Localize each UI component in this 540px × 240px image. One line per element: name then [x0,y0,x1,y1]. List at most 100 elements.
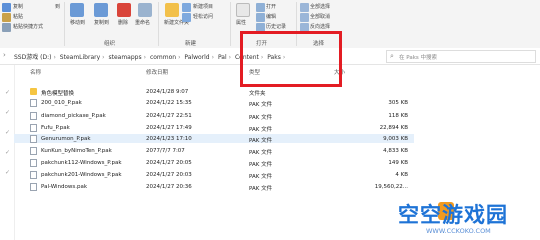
open-icon[interactable] [256,3,265,12]
file-name: Fufu_P.pak [41,124,70,131]
file-row[interactable]: 角色模型替换 2024/1/28 9:07 文件夹 [14,87,414,97]
pin-icon[interactable]: ✓ [5,129,10,136]
crumb[interactable]: steamapps [108,54,141,61]
file-icon [30,171,37,179]
pin-icon[interactable]: ✓ [5,149,10,156]
file-date: 2024/1/28 9:07 [146,88,189,95]
file-name: Pal-Windows.pak [41,183,88,190]
copy-icon[interactable] [2,3,11,12]
paste-shortcut-icon[interactable] [2,23,11,32]
crumb[interactable]: Pal [218,54,227,61]
delete-icon[interactable] [117,3,131,17]
group-organize-label: 组织 [104,41,116,47]
ribbon-rename[interactable]: 重命名 [135,19,150,26]
file-size: 9,003 KB [383,135,408,142]
edit-icon[interactable] [256,13,265,22]
easy-access-icon[interactable] [182,13,191,22]
file-type: 文件夹 [249,90,266,97]
copy-to-icon[interactable] [94,3,108,17]
file-icon [30,147,37,155]
select-none-icon[interactable] [300,13,309,22]
crumb-separator: › [53,54,56,61]
ribbon-properties[interactable]: 属性 [236,19,246,26]
ribbon-edit[interactable]: 编辑 [266,13,276,20]
ribbon-divider [158,2,159,46]
crumb-separator: › [211,54,215,61]
pin-icon[interactable]: ✓ [5,109,10,116]
file-row[interactable]: 200_010_P.pak 2024/1/22 15:35 PAK 文件 305… [14,98,414,108]
file-name: pakchunk201-Windows_P.pak [41,171,122,178]
crumb[interactable]: SSD游戏 (D:) [14,54,51,61]
file-date: 2024/1/27 17:49 [146,124,192,131]
file-row[interactable]: diamond_pickaxe_P.pak 2024/1/27 22:51 PA… [14,111,414,121]
ribbon-easy-access[interactable]: 轻松访问 [193,13,213,20]
pin-icon[interactable]: ✓ [5,89,10,96]
file-name: diamond_pickaxe_P.pak [41,112,106,119]
file-type: PAK 文件 [249,173,273,180]
file-icon [30,135,37,143]
ribbon-select-none[interactable]: 全部取消 [310,13,330,20]
ribbon-delete[interactable]: 删除 [118,19,128,26]
new-folder-icon[interactable] [165,3,179,17]
ribbon-invert-selection[interactable]: 反向选择 [310,23,330,30]
file-type: PAK 文件 [249,149,273,156]
file-row[interactable]: pakchunk112-Windows_P.pak 2024/1/27 20:0… [14,158,414,168]
file-date: 2024/1/27 20:05 [146,159,192,166]
file-row[interactable]: Fufu_P.pak 2024/1/27 17:49 PAK 文件 22,894… [14,123,414,133]
crumb[interactable]: Palworld [184,54,209,61]
file-name: 角色模型替换 [41,90,75,97]
file-name: pakchunk112-Windows_P.pak [41,159,122,166]
ribbon-select-all[interactable]: 全部选择 [310,3,330,10]
search-placeholder[interactable]: 在 Paks 中搜索 [399,53,437,61]
folder-icon [30,88,37,95]
pin-icon[interactable]: ✓ [5,169,10,176]
paste-icon[interactable] [2,13,11,22]
rename-icon[interactable] [138,3,152,17]
search-box[interactable]: ⌕ 在 Paks 中搜索 [386,50,536,63]
select-all-icon[interactable] [300,3,309,12]
watermark-url: WWW.CCKOKO.COM [426,227,491,235]
file-icon [30,112,37,120]
col-name[interactable]: 名称 [30,68,41,76]
file-type: PAK 文件 [249,185,273,192]
move-to-icon[interactable] [70,3,84,17]
file-row[interactable]: pakchunk201-Windows_P.pak 2024/1/27 20:0… [14,170,414,180]
file-icon [30,124,37,132]
crumb-separator: › [228,54,232,61]
file-row-selected[interactable]: Genurumon_P.pak 2024/1/23 17:10 PAK 文件 9… [14,134,414,144]
col-date[interactable]: 修改日期 [146,68,168,76]
file-row[interactable]: KunKun_byNimoTen_P.pak 2077/7/7 7:07 PAK… [14,146,414,156]
file-date: 2077/7/7 7:07 [146,147,185,154]
crumb[interactable]: SteamLibrary [60,54,100,61]
file-type: PAK 文件 [249,126,273,133]
file-icon [30,159,37,167]
file-name: 200_010_P.pak [41,99,82,106]
file-type: PAK 文件 [249,114,273,121]
ribbon-copy-to[interactable]: 复制到 [94,19,109,26]
file-type: PAK 文件 [249,137,273,144]
file-type: PAK 文件 [249,101,273,108]
new-item-icon[interactable] [182,3,191,12]
crumb-separator: › [143,54,147,61]
file-name: KunKun_byNimoTen_P.pak [41,147,112,154]
ribbon-open[interactable]: 打开 [266,3,276,10]
ribbon-copy[interactable]: 复制 [13,3,23,10]
column-header: 名称 修改日期 类型 大小 [14,66,414,76]
crumb[interactable]: common [150,54,176,61]
ribbon-move-to[interactable]: 移动到 [70,19,85,26]
search-icon: ⌕ [390,52,394,60]
file-row[interactable]: Pal-Windows.pak 2024/1/27 20:36 PAK 文件 1… [14,182,414,192]
ribbon-paste[interactable]: 粘贴 [13,13,23,20]
file-name: Genurumon_P.pak [41,135,91,142]
ribbon-history[interactable]: 历史记录 [266,23,286,30]
file-date: 2024/1/27 20:36 [146,183,192,190]
ribbon-paste-shortcut[interactable]: 粘贴快捷方式 [13,23,43,30]
properties-icon[interactable] [236,3,250,17]
chevron-right-icon[interactable]: › [3,51,6,59]
ribbon-new-item[interactable]: 新建项目 [193,3,213,10]
file-size: 4,833 KB [383,147,408,154]
file-date: 2024/1/27 20:03 [146,171,192,178]
crumb-separator: › [178,54,181,61]
file-size: 118 KB [388,112,408,119]
file-size: 149 KB [388,159,408,166]
